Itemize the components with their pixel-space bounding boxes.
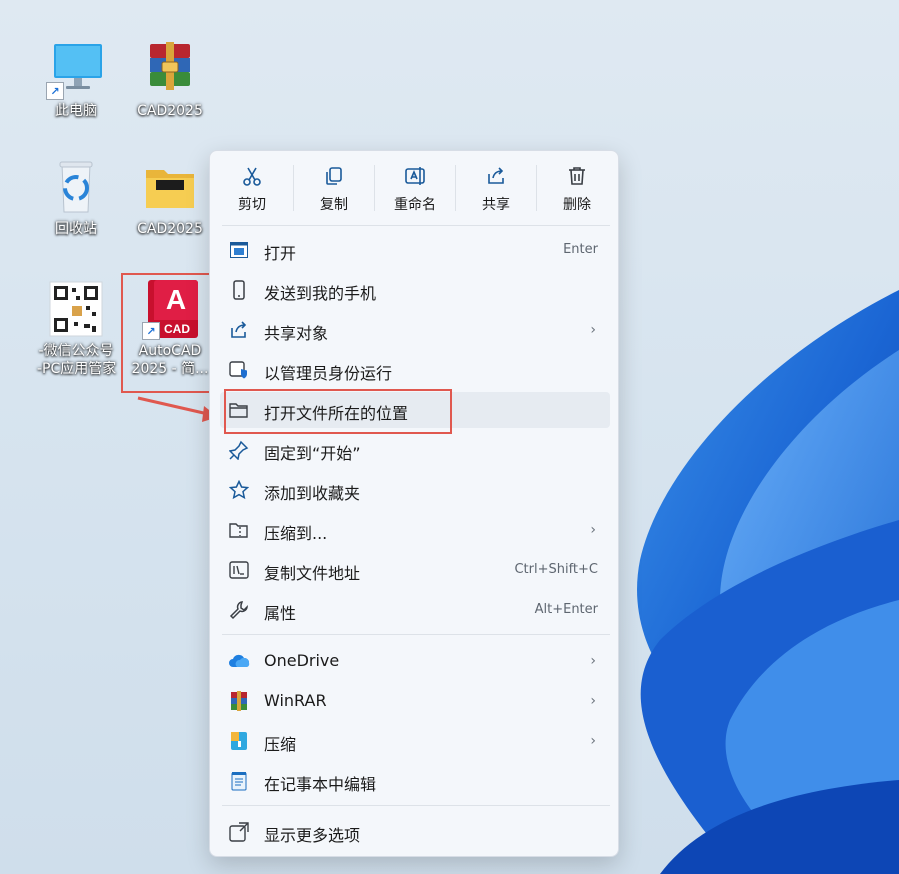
desktop-icon-label: 此电脑 <box>55 103 97 119</box>
delete-button[interactable]: 删除 <box>537 163 617 214</box>
menu-item-pin-to-start[interactable]: 固定到“开始” <box>220 432 610 468</box>
share-button[interactable]: 共享 <box>456 163 536 214</box>
menu-item-open[interactable]: 打开 Enter <box>220 232 610 268</box>
wrench-icon <box>228 599 250 621</box>
rename-icon <box>375 163 455 189</box>
menu-item-add-to-favorites[interactable]: 添加到收藏夹 <box>220 472 610 508</box>
menu-item-winrar[interactable]: WinRAR › <box>220 683 610 719</box>
desktop-icon-label-line2: -PC应用管家 <box>37 361 117 377</box>
menu-item-label: 共享对象 <box>264 324 329 343</box>
share-icon <box>456 163 536 189</box>
share-with-icon <box>228 319 250 341</box>
menu-separator <box>222 805 610 806</box>
chevron-right-icon: › <box>590 653 596 669</box>
menu-item-label: 添加到收藏夹 <box>264 484 361 503</box>
cut-icon <box>212 163 292 189</box>
chevron-right-icon: › <box>590 733 596 749</box>
menu-item-onedrive[interactable]: OneDrive › <box>220 643 610 679</box>
copy-button[interactable]: 复制 <box>294 163 374 214</box>
qr-code-icon <box>46 280 106 340</box>
compress-icon <box>228 730 250 752</box>
menu-item-label: 显示更多选项 <box>264 826 361 845</box>
menu-separator <box>222 634 610 635</box>
menu-item-label: 属性 <box>264 604 297 623</box>
winrar-icon <box>228 690 250 712</box>
desktop-icon-label: CAD2025 <box>137 221 203 237</box>
rename-label: 重命名 <box>394 197 436 213</box>
menu-item-compress[interactable]: 压缩 › <box>220 723 610 759</box>
menu-item-copy-path[interactable]: 复制文件地址 Ctrl+Shift+C <box>220 552 610 588</box>
menu-item-run-as-admin[interactable]: 以管理员身份运行 <box>220 352 610 388</box>
cut-label: 剪切 <box>238 197 266 213</box>
menu-item-label: 压缩 <box>264 735 297 754</box>
menu-item-label: 发送到我的手机 <box>264 284 377 303</box>
quick-actions-bar: 剪切 复制 重命名 共享 删除 <box>210 151 618 223</box>
desktop-icon-label: 回收站 <box>55 221 97 237</box>
desktop-icon-recycle-bin[interactable]: 回收站 <box>37 158 115 238</box>
chevron-right-icon: › <box>590 322 596 338</box>
open-icon <box>228 239 250 261</box>
share-label: 共享 <box>482 197 510 213</box>
shortcut-arrow-icon: ↗ <box>46 82 64 100</box>
menu-item-label: 压缩到... <box>264 524 328 543</box>
computer-icon: ↗ <box>46 40 106 100</box>
zip-folder-icon <box>228 519 250 541</box>
folder-icon <box>140 158 200 218</box>
annotation-box-open-location <box>224 389 452 434</box>
desktop-icon-label: CAD2025 <box>137 103 203 119</box>
desktop-icon-this-pc[interactable]: ↗ 此电脑 <box>37 40 115 120</box>
menu-item-label: 固定到“开始” <box>264 444 361 463</box>
menu-item-properties[interactable]: 属性 Alt+Enter <box>220 592 610 628</box>
notepad-icon <box>228 770 250 792</box>
menu-item-label: OneDrive <box>264 651 340 670</box>
desktop-icon-cad2025-archive[interactable]: CAD2025 <box>131 40 209 120</box>
desktop-icon-cad2025-folder[interactable]: CAD2025 <box>131 158 209 238</box>
menu-item-label: 复制文件地址 <box>264 564 361 583</box>
cut-button[interactable]: 剪切 <box>212 163 292 214</box>
desktop-icon-wechat-qr[interactable]: -微信公众号 -PC应用管家 <box>37 280 117 378</box>
admin-shield-icon <box>228 359 250 381</box>
menu-item-edit-in-notepad[interactable]: 在记事本中编辑 <box>220 763 610 799</box>
menu-item-show-more-options[interactable]: 显示更多选项 <box>220 814 610 850</box>
rename-button[interactable]: 重命名 <box>375 163 455 214</box>
copy-icon <box>294 163 374 189</box>
delete-label: 删除 <box>563 197 591 213</box>
menu-item-label: 以管理员身份运行 <box>264 364 393 383</box>
menu-separator <box>222 225 610 226</box>
menu-item-label: 打开 <box>264 244 297 263</box>
recycle-bin-icon <box>46 158 106 218</box>
winrar-archive-icon <box>140 40 200 100</box>
context-menu: 剪切 复制 重命名 共享 删除 打开 Enter 发送到我的手机 共享对象 › … <box>209 150 619 857</box>
pin-icon <box>228 439 250 461</box>
menu-item-shortcut: Ctrl+Shift+C <box>514 562 598 577</box>
phone-icon <box>228 279 250 301</box>
copy-path-icon <box>228 559 250 581</box>
star-icon <box>228 479 250 501</box>
menu-item-label: 在记事本中编辑 <box>264 775 377 794</box>
menu-item-share-with[interactable]: 共享对象 › <box>220 312 610 348</box>
menu-item-shortcut: Alt+Enter <box>534 602 598 617</box>
menu-item-shortcut: Enter <box>563 242 598 257</box>
menu-item-compress-to[interactable]: 压缩到... › <box>220 512 610 548</box>
copy-label: 复制 <box>320 197 348 213</box>
onedrive-icon <box>228 650 250 672</box>
desktop-icon-label-line1: -微信公众号 <box>38 343 114 359</box>
chevron-right-icon: › <box>590 693 596 709</box>
menu-item-send-to-phone[interactable]: 发送到我的手机 <box>220 272 610 308</box>
delete-icon <box>537 163 617 189</box>
show-more-icon <box>228 821 250 843</box>
menu-item-label: WinRAR <box>264 691 327 710</box>
chevron-right-icon: › <box>590 522 596 538</box>
